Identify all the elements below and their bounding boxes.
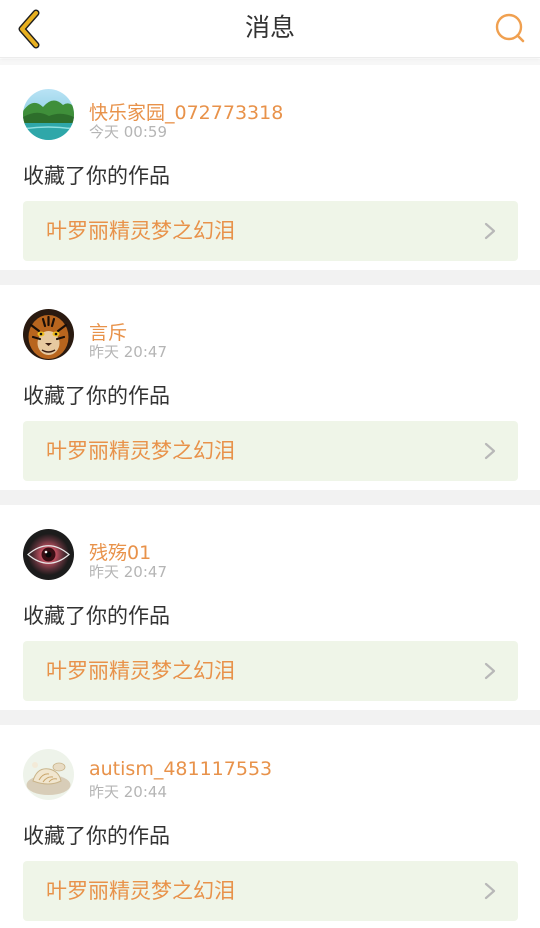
username[interactable]: autism_481117553 — [89, 758, 272, 780]
tiger-avatar[interactable] — [23, 309, 74, 360]
divider — [0, 710, 540, 725]
timestamp: 昨天 20:44 — [89, 783, 167, 801]
notification-card: 言斥 昨天 20:47 收藏了你的作品 叶罗丽精灵梦之幻泪 — [0, 285, 540, 490]
timestamp: 昨天 20:47 — [89, 343, 167, 361]
notification-text: 收藏了你的作品 — [23, 164, 170, 188]
work-link[interactable]: 叶罗丽精灵梦之幻泪 — [23, 861, 518, 921]
timestamp: 昨天 20:47 — [89, 563, 167, 581]
timestamp: 今天 00:59 — [89, 123, 167, 141]
notification-card: 残殇01 昨天 20:47 收藏了你的作品 叶罗丽精灵梦之幻泪 — [0, 505, 540, 710]
work-link[interactable]: 叶罗丽精灵梦之幻泪 — [23, 641, 518, 701]
seashell-avatar[interactable] — [23, 749, 74, 800]
top-bar: 消息 — [0, 0, 540, 58]
work-title: 叶罗丽精灵梦之幻泪 — [46, 659, 235, 683]
chevron-right-icon — [484, 222, 496, 240]
search-button[interactable] — [490, 8, 532, 50]
work-title: 叶罗丽精灵梦之幻泪 — [46, 879, 235, 903]
chevron-right-icon — [484, 442, 496, 460]
chevron-right-icon — [484, 882, 496, 900]
divider — [0, 270, 540, 285]
chevron-right-icon — [484, 662, 496, 680]
work-title: 叶罗丽精灵梦之幻泪 — [46, 439, 235, 463]
page-title: 消息 — [244, 13, 295, 42]
work-title: 叶罗丽精灵梦之幻泪 — [46, 219, 235, 243]
notification-text: 收藏了你的作品 — [23, 824, 170, 848]
notification-list: 快乐家园_072773318 今天 00:59 收藏了你的作品 叶罗丽精灵梦之幻… — [0, 59, 540, 928]
notification-card: 快乐家园_072773318 今天 00:59 收藏了你的作品 叶罗丽精灵梦之幻… — [0, 65, 540, 270]
notification-text: 收藏了你的作品 — [23, 604, 170, 628]
search-icon — [495, 13, 525, 43]
notification-text: 收藏了你的作品 — [23, 384, 170, 408]
work-link[interactable]: 叶罗丽精灵梦之幻泪 — [23, 421, 518, 481]
eye-avatar[interactable] — [23, 529, 74, 580]
work-link[interactable]: 叶罗丽精灵梦之幻泪 — [23, 201, 518, 261]
notification-card: autism_481117553 昨天 20:44 收藏了你的作品 叶罗丽精灵梦… — [0, 725, 540, 928]
divider — [0, 490, 540, 505]
landscape-avatar[interactable] — [23, 89, 74, 140]
